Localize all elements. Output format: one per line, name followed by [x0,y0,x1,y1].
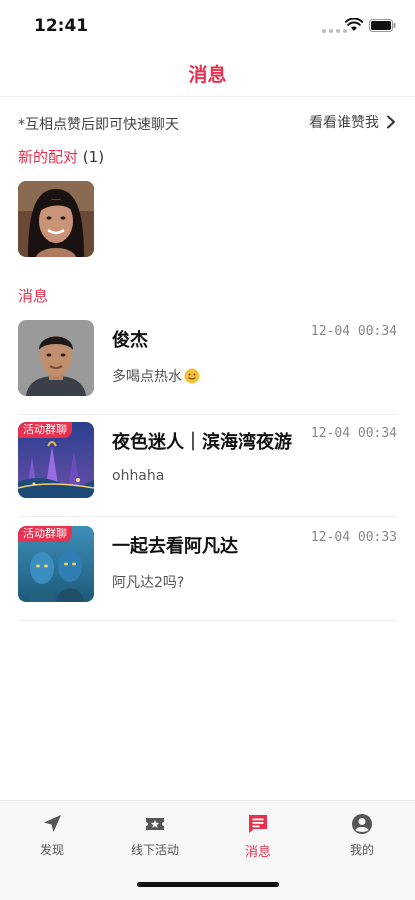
conversation-item[interactable]: 活动群聊 夜色迷人｜滨海湾夜游 12-04 00:34 ohhaha [18,420,397,517]
conversation-preview-text: ohhaha [112,468,165,484]
tab-offline-events[interactable]: 线下活动 [115,813,195,858]
chat-bubble-icon [249,815,267,833]
signal-dots-icon [322,29,347,33]
messages-screen: 12:41 消息 *互相点赞后即可快速聊天 看看谁赞我 新的配对 (1) 消息 … [0,0,415,900]
conversation-time: 12-04 00:34 [310,324,397,339]
conversation-avatar: 活动群聊 [18,422,94,498]
tab-messages[interactable]: 消息 [218,813,298,860]
navigation-arrow-icon [44,815,61,832]
conversation-name: 俊杰 [112,330,148,351]
ticket-star-icon [146,818,164,830]
conversation-avatar [18,320,94,396]
tab-discover[interactable]: 发现 [12,813,92,858]
conversation-name: 一起去看阿凡达 [112,536,238,557]
hint-row: *互相点赞后即可快速聊天 看看谁赞我 [18,112,397,136]
new-matches-label: 新的配对 [18,148,79,166]
who-liked-me-link[interactable]: 看看谁赞我 [309,112,397,132]
conversation-preview: 阿凡达2吗? [112,572,184,592]
man-photo [18,320,94,396]
tab-label: 线下活动 [130,843,179,857]
conversation-time: 12-04 00:33 [310,530,397,545]
conversation-item[interactable]: 活动群聊 一起去看阿凡达 12-04 00:33 阿凡达2吗? [18,524,397,621]
conversation-name: 夜色迷人｜滨海湾夜游 [112,432,292,453]
home-indicator[interactable] [137,882,279,887]
smile-emoji-icon [184,368,200,384]
conversation-preview-text: 阿凡达2吗? [112,575,185,591]
new-matches-title: 新的配对 (1) [18,146,104,167]
tab-label: 发现 [39,843,64,857]
hint-text: *互相点赞后即可快速聊天 [18,117,179,133]
match-avatar[interactable] [18,181,94,257]
event-group-badge: 活动群聊 [18,526,72,542]
conversation-preview: 多喝点热水 [112,366,200,386]
user-circle-icon [352,814,372,834]
conversation-preview-text: 多喝点热水 [112,369,182,385]
conversation-time: 12-04 00:34 [310,426,397,441]
tab-label: 消息 [244,845,271,860]
status-bar: 12:41 [0,0,415,50]
woman-photo [18,181,94,257]
who-liked-me-label: 看看谁赞我 [309,115,379,131]
conversation-avatar: 活动群聊 [18,526,94,602]
tab-mine[interactable]: 我的 [322,813,402,858]
messages-section-title: 消息 [18,287,49,305]
status-time: 12:41 [34,16,89,36]
wifi-icon [345,18,363,31]
new-matches-count: (1) [82,148,105,166]
chevron-right-icon [387,115,395,129]
battery-icon [369,19,396,32]
page-header: 消息 [0,52,415,97]
tab-label: 我的 [349,843,374,857]
conversation-preview: ohhaha [112,468,164,484]
event-group-badge: 活动群聊 [18,422,72,438]
page-title: 消息 [188,64,227,86]
conversation-item[interactable]: 俊杰 12-04 00:34 多喝点热水 [18,318,397,415]
